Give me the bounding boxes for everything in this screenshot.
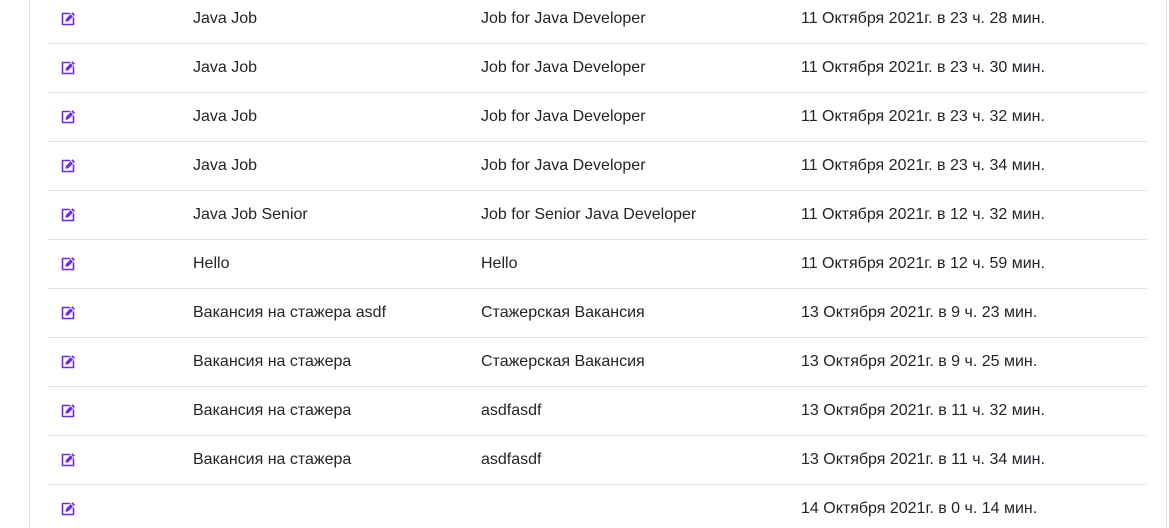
- edit-cell: [48, 435, 193, 485]
- edit-button[interactable]: [60, 403, 76, 419]
- edit-cell: [48, 92, 193, 142]
- edit-icon: [61, 306, 75, 320]
- edit-button[interactable]: [60, 109, 76, 125]
- post-created-date: 13 Октября 2021г. в 9 ч. 25 мин.: [801, 337, 1147, 387]
- post-created-date: 13 Октября 2021г. в 11 ч. 32 мин.: [801, 386, 1147, 436]
- edit-cell: [48, 141, 193, 191]
- edit-icon: [61, 208, 75, 222]
- table-row: Вакансия на стажера Стажерская Вакансия 13…: [48, 337, 1147, 387]
- edit-button[interactable]: [60, 60, 76, 76]
- edit-cell: [48, 288, 193, 338]
- post-name: Вакансия на стажера: [193, 386, 481, 436]
- post-name: Вакансия на стажера: [193, 435, 481, 485]
- edit-icon: [61, 12, 75, 26]
- table-row: Java Job Job for Java Developer 11 Октября…: [48, 0, 1147, 44]
- post-description: asdfasdf: [481, 435, 801, 485]
- post-name: Java Job: [193, 0, 481, 44]
- post-name: Java Job: [193, 43, 481, 93]
- edit-button[interactable]: [60, 354, 76, 370]
- table-row: Вакансия на стажера asdfasdf 13 Октября 20…: [48, 435, 1147, 485]
- card-left-border: [29, 0, 30, 528]
- edit-cell: [48, 190, 193, 240]
- table-row: 14 Октября 2021г. в 0 ч. 14 мин.: [48, 485, 1147, 528]
- post-created-date: 11 Октября 2021г. в 23 ч. 34 мин.: [801, 141, 1147, 191]
- edit-cell: [48, 0, 193, 44]
- posts-table: Java Job Job for Java Developer 11 Октября…: [48, 0, 1147, 528]
- post-description: Job for Java Developer: [481, 141, 801, 191]
- post-created-date: 14 Октября 2021г. в 0 ч. 14 мин.: [801, 500, 1038, 517]
- page: Java Job Job for Java Developer 11 Октября…: [0, 0, 1169, 528]
- table-row: Вакансия на стажера asdfasdf 13 Октября 20…: [48, 386, 1147, 436]
- post-name: Вакансия на стажера: [193, 337, 481, 387]
- edit-icon: [61, 355, 75, 369]
- table-row: Java Job Job for Java Developer 11 Октября…: [48, 141, 1147, 191]
- edit-icon: [61, 453, 75, 467]
- post-name: [193, 485, 481, 528]
- post-description: Job for Senior Java Developer: [481, 190, 801, 240]
- table-row: Java Job Job for Java Developer 11 Октября…: [48, 43, 1147, 93]
- post-name: Java Job Senior: [193, 190, 481, 240]
- post-name: Java Job: [193, 141, 481, 191]
- card-right-border: [1166, 0, 1167, 528]
- edit-cell: [48, 485, 193, 528]
- edit-button[interactable]: [60, 256, 76, 272]
- post-created-date: 11 Октября 2021г. в 23 ч. 28 мин.: [801, 0, 1147, 44]
- post-name: Hello: [193, 239, 481, 289]
- post-created-date: 13 Октября 2021г. в 9 ч. 23 мин.: [801, 288, 1147, 338]
- post-created-date: 11 Октября 2021г. в 12 ч. 32 мин.: [801, 190, 1147, 240]
- post-name: Вакансия на стажера asdf: [193, 288, 481, 338]
- edit-icon: [61, 159, 75, 173]
- post-description: Job for Java Developer: [481, 43, 801, 93]
- edit-icon: [61, 257, 75, 271]
- post-description: [481, 485, 801, 528]
- post-description: Job for Java Developer: [481, 92, 801, 142]
- posts-table-container: Java Job Job for Java Developer 11 Октября…: [48, 0, 1147, 528]
- table-row: Вакансия на стажера asdf Стажерская Вакан…: [48, 288, 1147, 338]
- edit-button[interactable]: [60, 158, 76, 174]
- post-created-date: 11 Октября 2021г. в 23 ч. 32 мин.: [801, 92, 1147, 142]
- edit-button[interactable]: [60, 501, 76, 517]
- edit-button[interactable]: [60, 207, 76, 223]
- post-description: asdfasdf: [481, 386, 801, 436]
- edit-icon: [61, 110, 75, 124]
- edit-icon: [61, 404, 75, 418]
- posts-table-body: Java Job Job for Java Developer 11 Октября…: [48, 0, 1147, 528]
- post-description: Стажерская Вакансия: [481, 337, 801, 387]
- edit-cell: [48, 43, 193, 93]
- post-description: Hello: [481, 239, 801, 289]
- edit-cell: [48, 239, 193, 289]
- post-description: Job for Java Developer: [481, 0, 801, 44]
- post-description: Стажерская Вакансия: [481, 288, 801, 338]
- table-row: Java Job Job for Java Developer 11 Октября…: [48, 92, 1147, 142]
- edit-icon: [61, 61, 75, 75]
- post-created-date: 11 Октября 2021г. в 12 ч. 59 мин.: [801, 239, 1147, 289]
- table-row: Java Job Senior Job for Senior Java Devel…: [48, 190, 1147, 240]
- post-created-date: 11 Октября 2021г. в 23 ч. 30 мин.: [801, 43, 1147, 93]
- edit-icon: [61, 502, 75, 516]
- edit-cell: [48, 386, 193, 436]
- post-created-date: 13 Октября 2021г. в 11 ч. 34 мин.: [801, 435, 1147, 485]
- edit-button[interactable]: [60, 11, 76, 27]
- edit-button[interactable]: [60, 452, 76, 468]
- post-name: Java Job: [193, 92, 481, 142]
- edit-button[interactable]: [60, 305, 76, 321]
- table-row: Hello Hello 11 Октября 2021г. в 12 ч. 59 м…: [48, 239, 1147, 289]
- edit-cell: [48, 337, 193, 387]
